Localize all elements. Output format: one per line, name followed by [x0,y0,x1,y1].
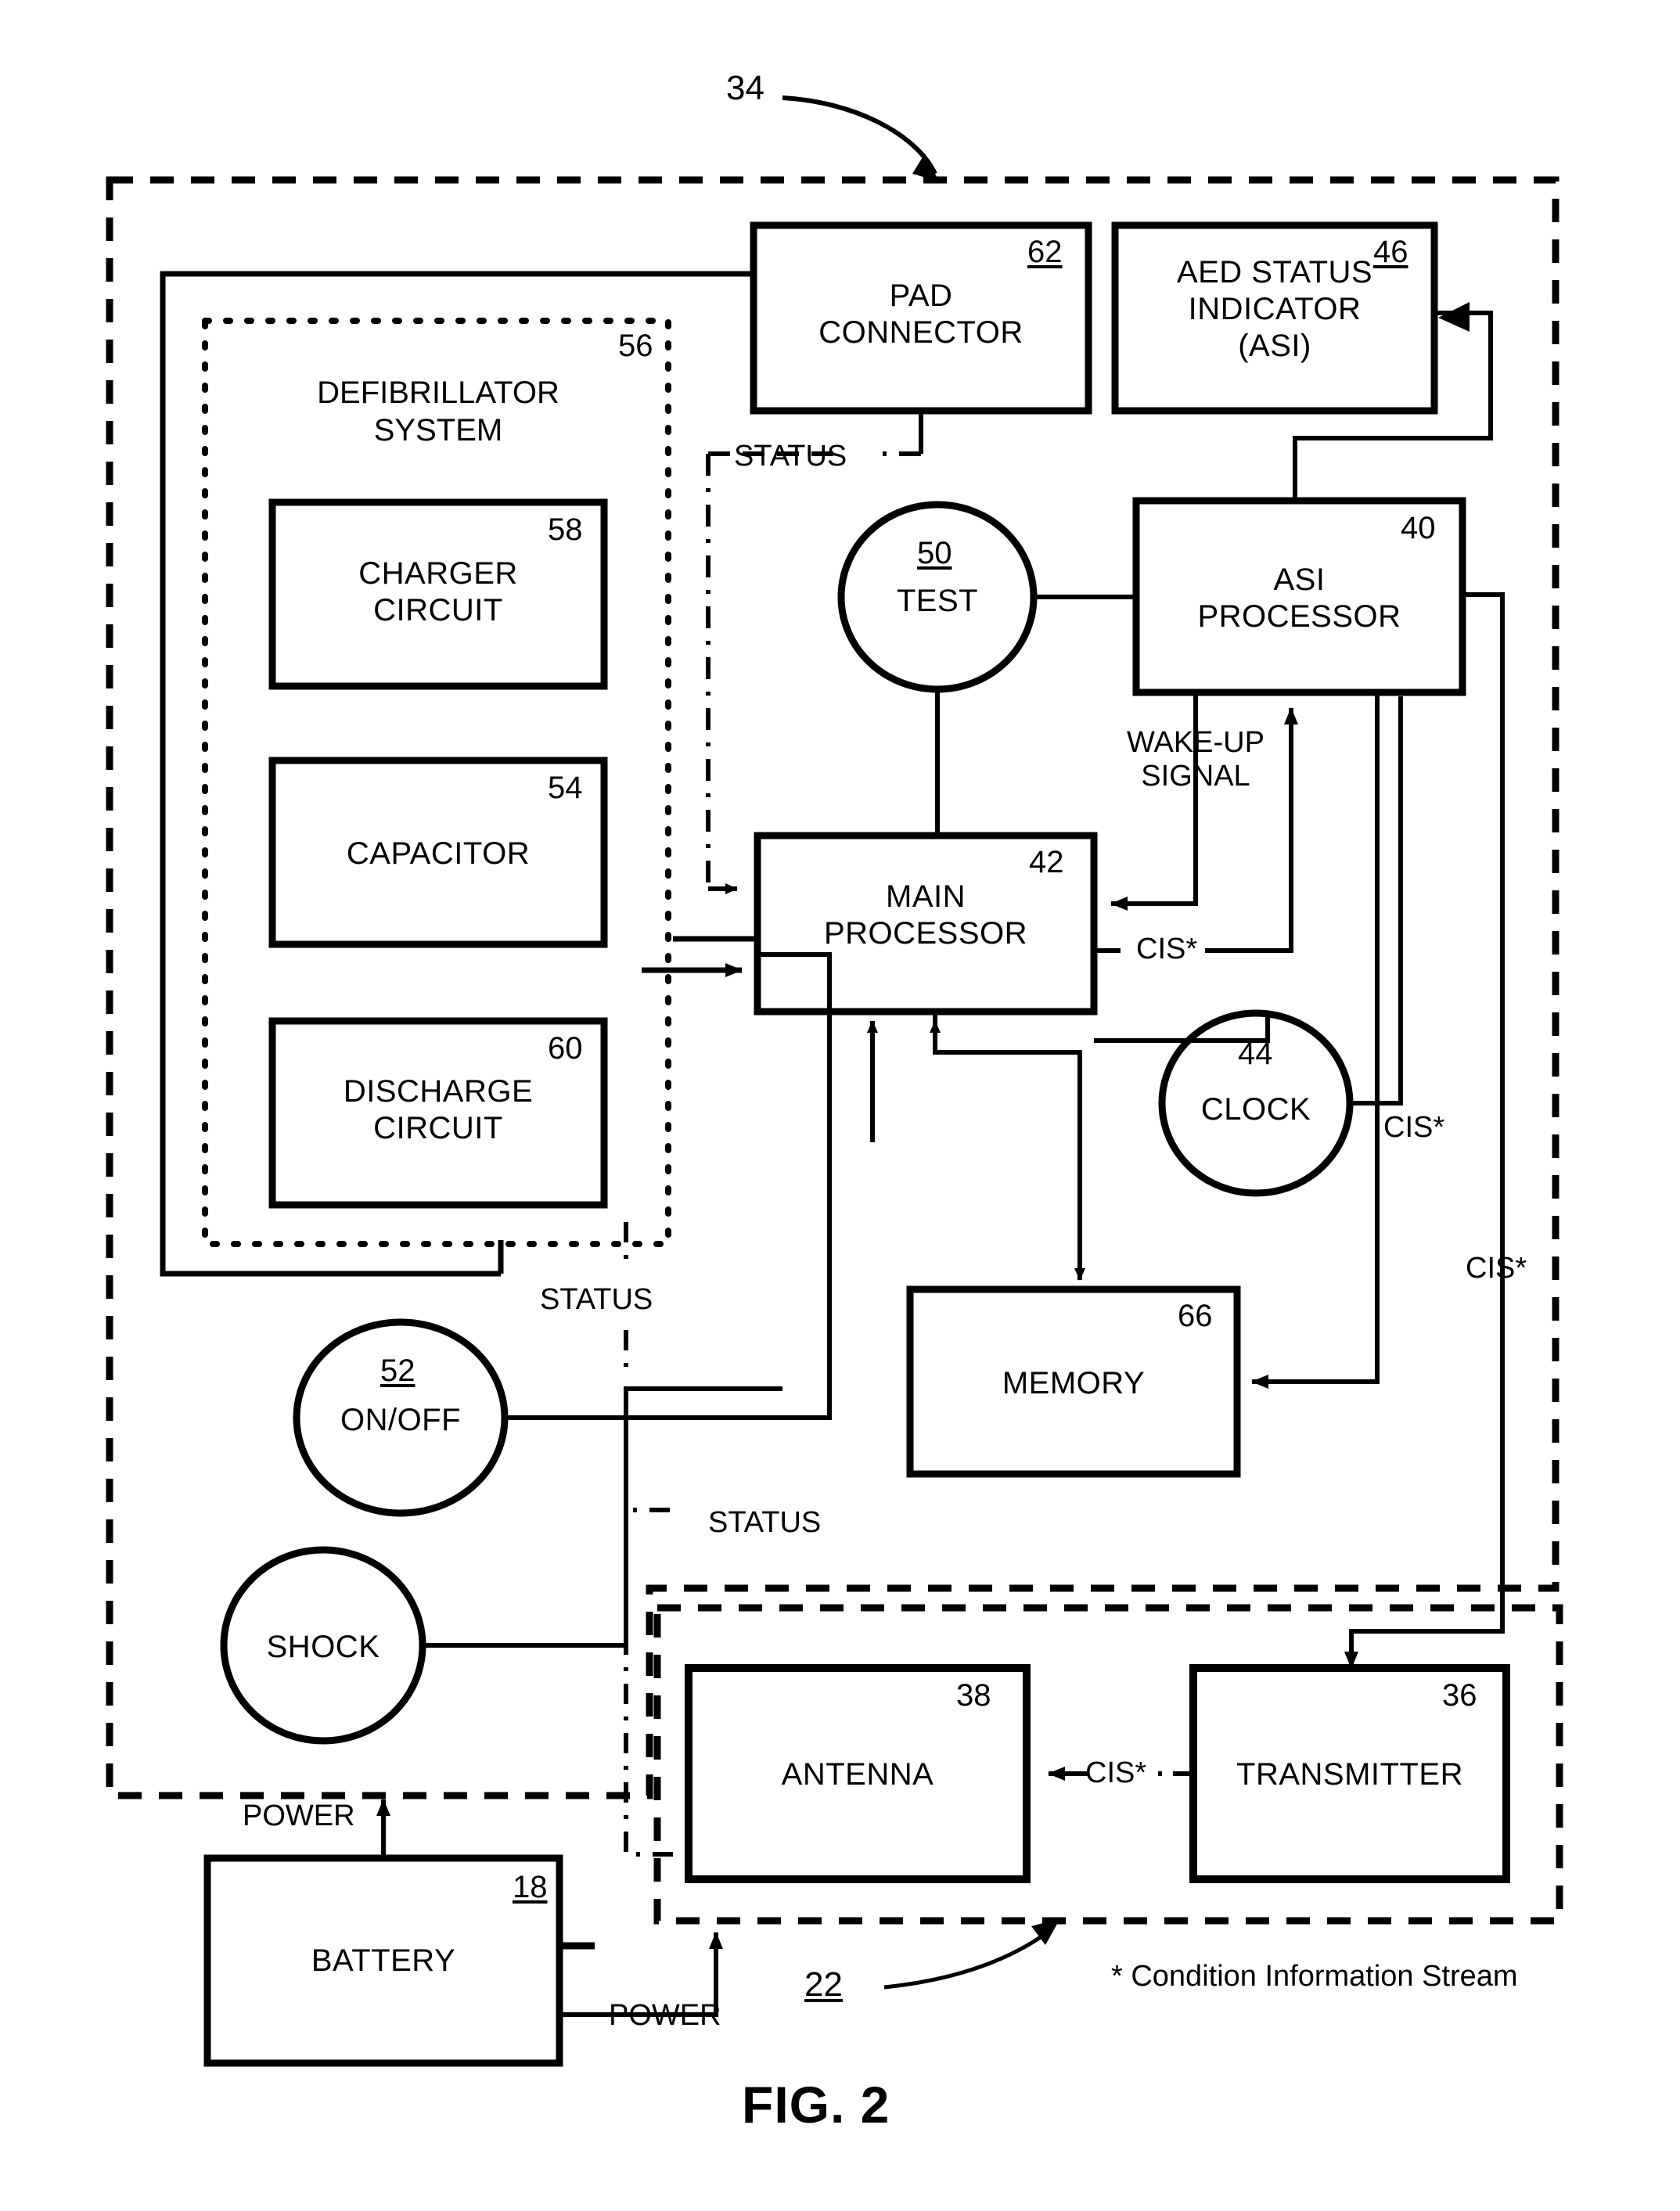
aed-system-ref: 34 [726,69,764,107]
asi-processor-ref: 40 [1401,511,1436,545]
pad-connector-label: PAD CONNECTOR [818,279,1023,351]
asi-processor-label: ASI PROCESSOR [1197,563,1401,635]
main-processor-ref: 42 [1029,845,1064,879]
memory-ref: 66 [1178,1299,1213,1333]
battery-label: BATTERY [311,1943,456,1978]
memory-label: MEMORY [1002,1366,1146,1400]
capacitor-label: CAPACITOR [346,836,531,871]
discharge-circuit-ref: 60 [548,1031,583,1066]
test-button-label[interactable]: TEST [844,583,1031,620]
aed-status-indicator-ref: 46 [1373,235,1408,269]
charger-circuit-ref: 58 [548,512,583,547]
status-lower-label: STATUS [708,1506,822,1539]
aed-status-indicator-label: AED STATUS INDICATOR (ASI) [1176,255,1373,364]
ref-34-leader [782,95,939,182]
transmitter-ref: 36 [1442,1678,1477,1713]
cis-clock-right-label: CIS* [1383,1111,1445,1144]
clock-ref: 44 [1238,1037,1273,1071]
discharge-circuit-label: DISCHARGE CIRCUIT [343,1074,534,1146]
ref-22-leader [883,1918,1060,1990]
pad-connector-ref: 62 [1027,235,1063,269]
status-pad-label: STATUS [734,440,847,473]
antenna-ref: 38 [956,1678,991,1713]
transmitter-label: TRANSMITTER [1236,1757,1463,1792]
defibrillator-system-title: DEFIBRILLATOR SYSTEM [317,376,559,448]
power-upper-label: POWER [243,1799,355,1832]
main-processor-label: MAIN PROCESSOR [823,879,1028,951]
figure-caption: FIG. 2 [742,2076,890,2134]
power-lower-label: POWER [609,1999,721,2032]
on-off-button-ref: 52 [380,1354,416,1388]
cis-transmitter-label: CIS* [1085,1756,1147,1789]
test-button-ref: 50 [917,536,952,570]
cis-far-right-label: CIS* [1466,1252,1527,1285]
cis-main-to-asi-label: CIS* [1136,933,1198,965]
on-off-button-label[interactable]: ON/OFF [307,1402,495,1439]
antenna-label: ANTENNA [781,1757,934,1792]
patent-figure-page: DEFIBRILLATOR SYSTEM 56 34 22 PAD CONNEC… [0,0,1680,2211]
wake-up-signal-label: WAKE-UP SIGNAL [1127,726,1264,793]
battery-ref: 18 [513,1870,548,1904]
clock-label: CLOCK [1200,1092,1311,1127]
capacitor-ref: 54 [548,771,583,805]
shock-button-label[interactable]: SHOCK [229,1629,417,1666]
status-defib-label: STATUS [540,1283,653,1316]
charger-circuit-label: CHARGER CIRCUIT [358,556,518,628]
footnote-condition-information-stream: * Condition Information Stream [1111,1960,1518,1993]
communication-module-ref: 22 [804,1965,843,2004]
defibrillator-system-ref: 56 [618,329,653,363]
